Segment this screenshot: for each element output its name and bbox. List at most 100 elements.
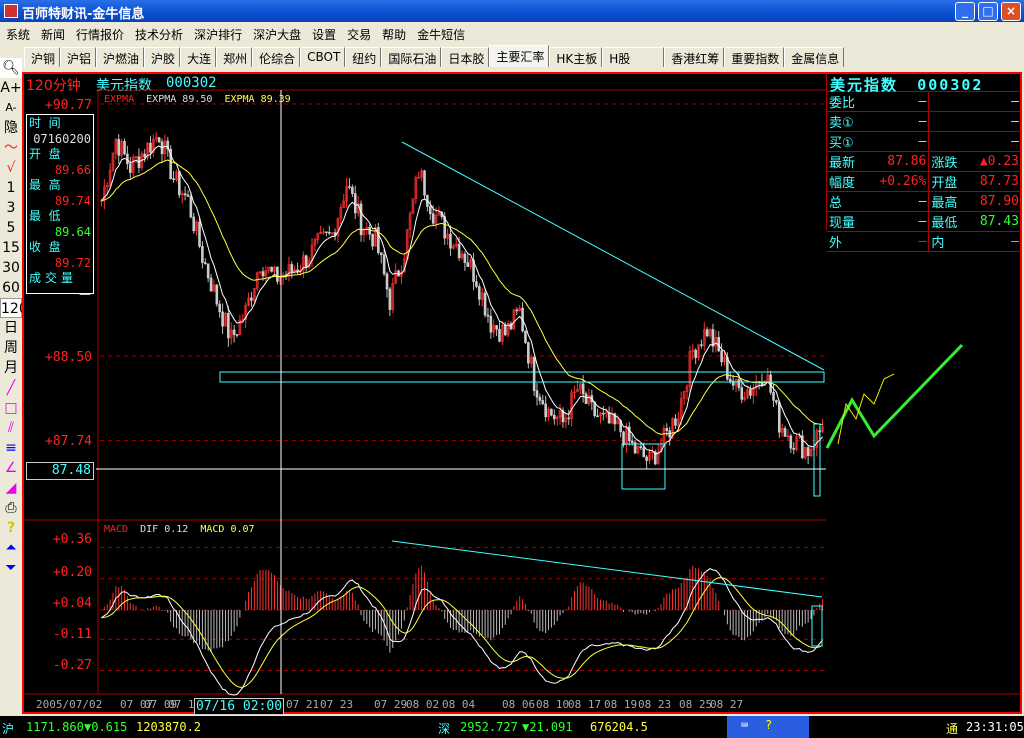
tab-7[interactable]: CBOT <box>300 47 346 67</box>
menu-2[interactable]: 行情报价 <box>70 24 129 44</box>
period-15-button[interactable]: 15 <box>0 238 22 258</box>
quote-label: 涨跌 <box>928 151 968 172</box>
angle-tool-icon[interactable]: ∠ <box>0 458 22 478</box>
candle-body <box>775 400 778 403</box>
date-tick: 08 04 <box>442 698 476 711</box>
ema-fast-line <box>101 145 823 455</box>
candle-body <box>466 262 470 267</box>
scroll-down-icon[interactable]: ⏷ <box>0 558 22 578</box>
menu-1[interactable]: 新闻 <box>35 24 70 44</box>
hide-button[interactable]: 隐 <box>0 118 22 138</box>
parallel-line-tool-icon[interactable]: ⫽ <box>0 418 22 438</box>
period-30-button[interactable]: 30 <box>0 258 22 278</box>
quote-value: +0.26% <box>864 171 930 192</box>
candle-body <box>250 297 253 301</box>
candle-body <box>495 325 498 330</box>
date-tick: 07 21 <box>286 698 320 711</box>
tab-12[interactable]: HK主板 <box>549 47 603 67</box>
quote-row: 外 — 内 — <box>827 231 1021 252</box>
tab-15[interactable]: 重要指数 <box>724 47 785 67</box>
close-button[interactable]: × <box>1001 2 1021 21</box>
period-1-button[interactable]: 1 <box>0 178 22 198</box>
candle-body <box>304 255 308 268</box>
period-5-button[interactable]: 5 <box>0 218 22 238</box>
tab-3[interactable]: 沪胶 <box>144 47 181 67</box>
period-3-button[interactable]: 3 <box>0 198 22 218</box>
rectangle-tool-icon[interactable]: □ <box>0 398 22 418</box>
menu-6[interactable]: 设置 <box>306 24 341 44</box>
tab-14[interactable]: 香港红筹 <box>664 47 725 67</box>
tab-8[interactable]: 纽约 <box>345 47 382 67</box>
maximize-button[interactable]: □ <box>978 2 998 21</box>
tab-9[interactable]: 国际石油 <box>381 47 442 67</box>
menu-7[interactable]: 交易 <box>341 24 376 44</box>
tab-13[interactable]: H股 <box>602 47 665 67</box>
date-tick: 08 25 <box>679 698 713 711</box>
candle-body <box>639 446 643 449</box>
tab-16[interactable]: 金属信息 <box>784 47 845 67</box>
font-smaller-button[interactable]: A- <box>0 98 22 118</box>
tab-11[interactable]: 主要汇率 <box>489 45 550 67</box>
candle-body <box>486 314 490 317</box>
quote-value: — <box>864 92 930 112</box>
wave-icon[interactable]: 〜 <box>0 138 22 158</box>
menu-8[interactable]: 帮助 <box>376 24 411 44</box>
quote-label: 总 <box>827 191 865 212</box>
ime-help-icon[interactable]: ? <box>765 718 772 732</box>
market-tabs: 沪铜 沪铝 沪燃油 沪胶 大连 郑州 伦综合 CBOT 纽约 国际石油 日本胶 主要汇率 HK主板 H股香… <box>24 45 845 68</box>
tab-2[interactable]: 沪燃油 <box>96 47 145 67</box>
period-day-button[interactable]: 日 <box>0 318 22 338</box>
print-icon[interactable]: ⎙ <box>0 498 22 518</box>
period-month-button[interactable]: 月 <box>0 358 22 378</box>
tab-0[interactable]: 沪铜 <box>24 47 61 67</box>
line-tool-icon[interactable]: ╱ <box>0 378 22 398</box>
menu-4[interactable]: 深沪排行 <box>188 24 247 44</box>
menu-0[interactable]: 系统 <box>0 24 35 44</box>
candle-body <box>128 163 132 173</box>
minimize-button[interactable]: _ <box>955 2 975 21</box>
ime-toolbar[interactable]: ⌨ ? <box>727 716 809 738</box>
quote-label: 最新 <box>827 151 865 172</box>
candle-body <box>674 418 677 426</box>
candle-body <box>694 349 697 358</box>
font-larger-button[interactable]: A+ <box>0 78 22 98</box>
triangle-tool-icon[interactable]: ◢ <box>0 478 22 498</box>
keyboard-icon[interactable]: ⌨ <box>741 718 748 732</box>
menu-5[interactable]: 深沪大盘 <box>247 24 306 44</box>
horizontal-lines-tool-icon[interactable]: ≡ <box>0 438 22 458</box>
quote-row: 总 — 最高 87.90 <box>827 191 1021 212</box>
tab-1[interactable]: 沪铝 <box>60 47 97 67</box>
zoom-icon[interactable]: 🔍︎ <box>0 58 22 78</box>
tab-10[interactable]: 日本胶 <box>441 47 490 67</box>
candle-body <box>602 412 605 415</box>
period-60-button[interactable]: 60 <box>0 278 22 298</box>
menu-bar: 系统 新闻 行情报价 技术分析 深沪排行 深沪大盘 设置 交易 帮助 金牛短信 <box>0 24 1024 44</box>
candle-body <box>777 402 781 433</box>
window-title: 百师特财讯-金牛信息 <box>22 7 145 22</box>
candle-body <box>431 213 435 224</box>
candle-body <box>149 142 152 153</box>
candle-body <box>157 137 161 143</box>
low-label: 最 低 <box>29 209 61 223</box>
period-week-button[interactable]: 周 <box>0 338 22 358</box>
menu-3[interactable]: 技术分析 <box>129 24 188 44</box>
period-120-button[interactable]: 120 <box>0 298 28 318</box>
candle-body <box>232 329 236 335</box>
shanghai-index: 1171.860 <box>26 720 84 734</box>
help-icon[interactable]: ? <box>0 518 22 538</box>
high-label: 最 高 <box>29 178 61 192</box>
menu-9[interactable]: 金牛短信 <box>411 24 470 44</box>
quote-row: 委比 — — <box>827 92 1021 112</box>
quote-value: — <box>864 111 930 132</box>
candle-body <box>515 309 519 312</box>
tab-6[interactable]: 伦综合 <box>252 47 301 67</box>
scroll-up-icon[interactable]: ⏶ <box>0 538 22 558</box>
candle-body <box>368 227 371 235</box>
quote-row: 买① — — <box>827 131 1021 152</box>
tab-4[interactable]: 大连 <box>180 47 217 67</box>
tab-5[interactable]: 郑州 <box>216 47 253 67</box>
wave-tick-icon[interactable]: √ <box>0 158 22 178</box>
quote-label: 现量 <box>827 211 865 232</box>
candle-body <box>198 221 201 247</box>
candle-body <box>449 233 452 249</box>
